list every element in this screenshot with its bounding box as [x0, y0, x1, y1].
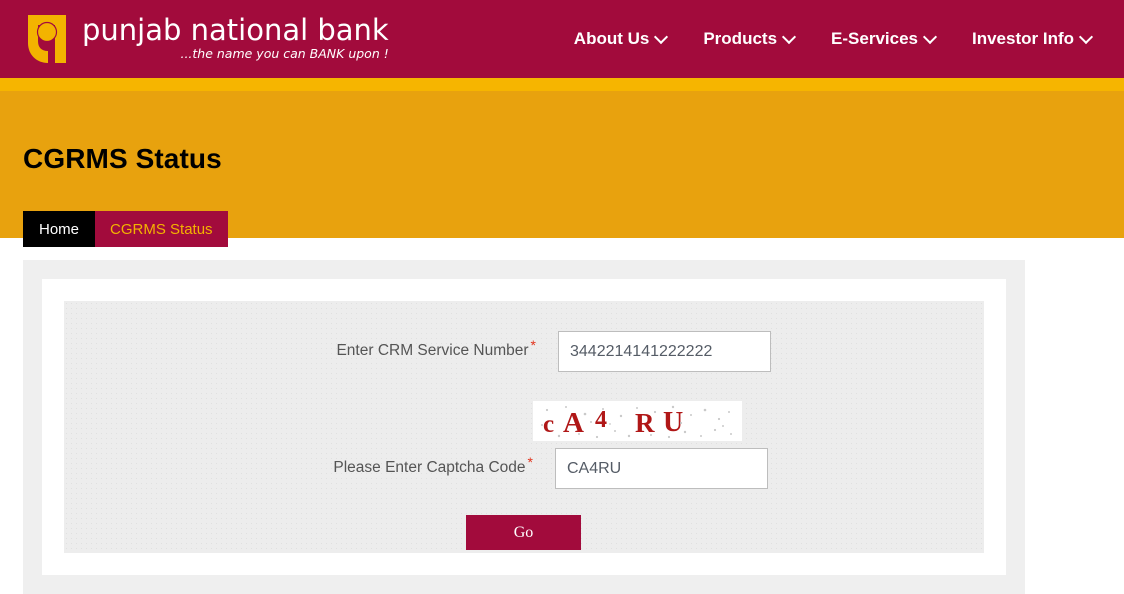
chevron-down-icon — [925, 32, 936, 43]
required-asterisk: * — [530, 337, 536, 353]
nav-item-e-services[interactable]: E-Services — [813, 23, 954, 55]
main-navigation: About Us Products E-Services Investor In… — [556, 0, 1110, 78]
nav-item-products[interactable]: Products — [685, 23, 813, 55]
svg-text:A: A — [563, 407, 584, 439]
go-button[interactable]: Go — [466, 515, 581, 550]
crm-number-row: Enter CRM Service Number * — [64, 331, 984, 372]
chevron-down-icon — [1081, 32, 1092, 43]
captcha-code-label-text: Please Enter Captcha Code — [333, 459, 526, 476]
captcha-code-row: Please Enter Captcha Code * — [64, 448, 984, 489]
cgrms-status-form: Enter CRM Service Number* c A 4 R U — [64, 301, 984, 553]
nav-item-label: About Us — [573, 29, 650, 48]
captcha-image: c A 4 R U — [533, 401, 742, 441]
svg-text:c: c — [543, 411, 554, 438]
crm-number-label-text: Enter CRM Service Number — [336, 342, 529, 359]
breadcrumb: Home CGRMS Status — [23, 211, 228, 247]
outer-panel: Enter CRM Service Number* c A 4 R U — [23, 260, 1025, 594]
brand-logo[interactable]: punjab national bank ...the name you can… — [0, 13, 389, 65]
submit-row: Go — [466, 515, 581, 550]
nav-item-investor-info[interactable]: Investor Info — [954, 23, 1110, 55]
nav-item-about-us[interactable]: About Us — [556, 23, 686, 55]
chevron-down-icon — [784, 32, 795, 43]
card-panel: Enter CRM Service Number* c A 4 R U — [42, 279, 1006, 575]
page-title: CGRMS Status — [23, 143, 222, 174]
pnb-logo-mark — [24, 13, 70, 65]
nav-item-label: E-Services — [831, 29, 918, 48]
breadcrumb-item-home[interactable]: Home — [23, 211, 96, 247]
brand-wordmark: punjab national bank ...the name you can… — [82, 15, 389, 64]
svg-text:4: 4 — [595, 407, 607, 433]
nav-item-label: Investor Info — [971, 29, 1074, 48]
page-content: Enter CRM Service Number* c A 4 R U — [0, 238, 1124, 594]
required-asterisk: * — [527, 454, 533, 470]
crm-number-input[interactable] — [558, 331, 771, 372]
chevron-down-icon — [656, 32, 667, 43]
breadcrumb-item-cgrms-status: CGRMS Status — [95, 211, 228, 247]
page-banner: CGRMS Status Home CGRMS Status — [0, 91, 1124, 247]
brand-tagline: ...the name you can BANK upon ! — [180, 45, 389, 61]
crm-number-label: Enter CRM Service Number * — [64, 331, 536, 360]
accent-strip — [0, 78, 1124, 91]
captcha-code-input[interactable] — [555, 448, 768, 489]
svg-text:R: R — [635, 408, 655, 438]
brand-name: punjab national bank — [82, 12, 389, 47]
nav-item-label: Products — [703, 29, 778, 48]
site-header: punjab national bank ...the name you can… — [0, 0, 1124, 78]
captcha-code-label: Please Enter Captcha Code * — [64, 448, 533, 477]
